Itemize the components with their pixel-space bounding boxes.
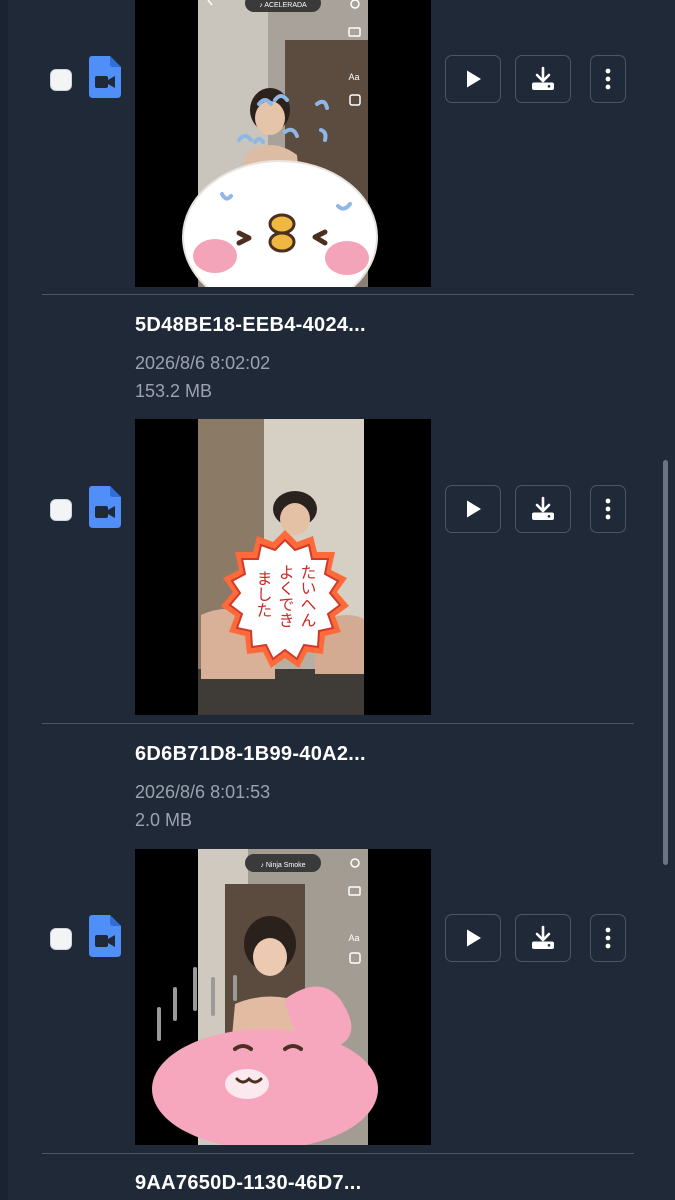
play-button[interactable] xyxy=(445,485,501,533)
play-button[interactable] xyxy=(445,914,501,962)
row-checkbox[interactable] xyxy=(50,499,72,521)
stamp-text-line: たいへん xyxy=(298,564,317,628)
download-icon xyxy=(530,496,556,522)
scrollbar[interactable] xyxy=(663,460,668,865)
file-name[interactable]: 9AA7650D-1130-46D7... xyxy=(135,1172,361,1195)
svg-text:Aa: Aa xyxy=(348,933,359,943)
play-icon xyxy=(463,499,483,519)
more-options-button[interactable] xyxy=(590,55,626,103)
kebab-menu-icon xyxy=(605,498,611,520)
row-checkbox[interactable] xyxy=(50,69,72,91)
row-divider xyxy=(42,294,634,295)
download-button[interactable] xyxy=(515,914,571,962)
row-checkbox[interactable] xyxy=(50,928,72,950)
download-icon xyxy=(530,66,556,92)
file-size: 2.0 MB xyxy=(135,810,193,830)
download-button[interactable] xyxy=(515,55,571,103)
play-icon xyxy=(463,69,483,89)
video-file-icon xyxy=(89,915,121,957)
kebab-menu-icon xyxy=(605,927,611,949)
music-chip-label: ♪ Ninja Smoke xyxy=(260,862,305,869)
play-icon xyxy=(463,928,483,948)
play-button[interactable] xyxy=(445,55,501,103)
video-thumbnail[interactable]: ♪ Ninja Smoke Aa xyxy=(135,849,431,1145)
more-options-button[interactable] xyxy=(590,914,626,962)
stamp-text-line: よくでき xyxy=(276,564,295,628)
file-size: 153.2 MB xyxy=(135,381,213,401)
file-name[interactable]: 6D6B71D8-1B99-40A2... xyxy=(135,743,366,766)
video-thumbnail[interactable]: ♪ ACELERADA Aa xyxy=(135,0,431,287)
stamp-text-line: ました xyxy=(254,570,273,618)
video-file-icon xyxy=(89,486,121,528)
row-divider xyxy=(42,1153,634,1154)
file-date: 2026/8/6 8:01:53 xyxy=(135,782,271,802)
file-date: 2026/8/6 8:02:02 xyxy=(135,353,271,373)
music-chip-label: ♪ ACELERADA xyxy=(259,2,307,9)
more-options-button[interactable] xyxy=(590,485,626,533)
kebab-menu-icon xyxy=(605,68,611,90)
video-file-icon xyxy=(89,56,121,98)
svg-text:Aa: Aa xyxy=(348,72,359,82)
file-name[interactable]: 5D48BE18-EEB4-4024... xyxy=(135,314,366,337)
download-icon xyxy=(530,925,556,951)
row-divider xyxy=(42,723,634,724)
video-thumbnail[interactable]: たいへん よくでき ました xyxy=(135,419,431,715)
left-edge-bar xyxy=(0,0,8,1200)
download-button[interactable] xyxy=(515,485,571,533)
